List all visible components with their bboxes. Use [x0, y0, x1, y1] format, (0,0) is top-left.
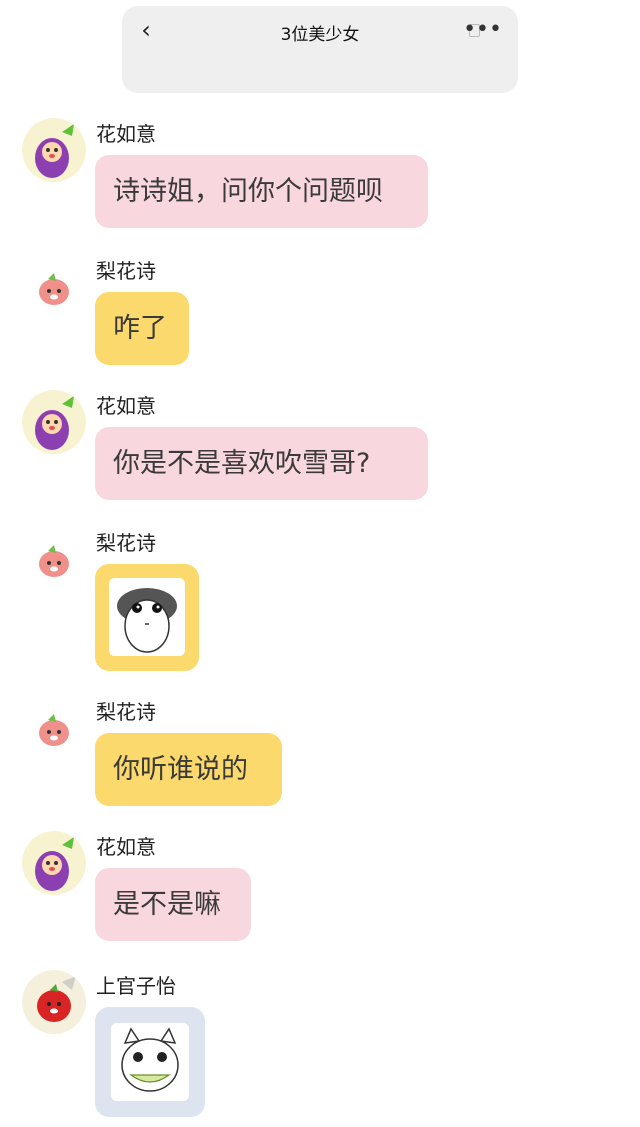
eggplant-avatar[interactable]	[22, 390, 86, 454]
sender-name: 梨花诗	[96, 700, 156, 724]
sender-name: 上官子怡	[96, 974, 176, 998]
sticker-bubble[interactable]	[95, 564, 199, 671]
eggplant-avatar[interactable]	[22, 118, 86, 182]
message-bubble[interactable]: 是不是嘛	[95, 868, 251, 941]
sender-name: 花如意	[96, 835, 156, 859]
red-character-avatar[interactable]	[22, 970, 86, 1034]
chevron-left-icon[interactable]: ‹	[134, 16, 158, 44]
chat-header: ‹ 3位美少女 •••	[122, 6, 518, 93]
cat-eating-watermelon-sticker	[111, 1023, 189, 1101]
sender-name: 花如意	[96, 394, 156, 418]
message-bubble[interactable]: 咋了	[95, 292, 189, 365]
more-dots-icon[interactable]: •••	[463, 16, 502, 44]
sender-name: 花如意	[96, 122, 156, 146]
message-bubble[interactable]: 诗诗姐，问你个问题呗	[95, 155, 428, 228]
chat-title: 3位美少女	[280, 25, 360, 45]
staring-face-sticker	[109, 578, 185, 656]
sticker-bubble[interactable]	[95, 1007, 205, 1117]
eggplant-avatar[interactable]	[22, 831, 86, 895]
message-bubble[interactable]: 你听谁说的	[95, 733, 282, 806]
sender-name: 梨花诗	[96, 531, 156, 555]
pink-character-avatar[interactable]	[34, 541, 74, 581]
sender-name: 梨花诗	[96, 259, 156, 283]
message-bubble[interactable]: 你是不是喜欢吹雪哥?	[95, 427, 428, 500]
pink-character-avatar[interactable]	[34, 269, 74, 309]
pink-character-avatar[interactable]	[34, 710, 74, 750]
